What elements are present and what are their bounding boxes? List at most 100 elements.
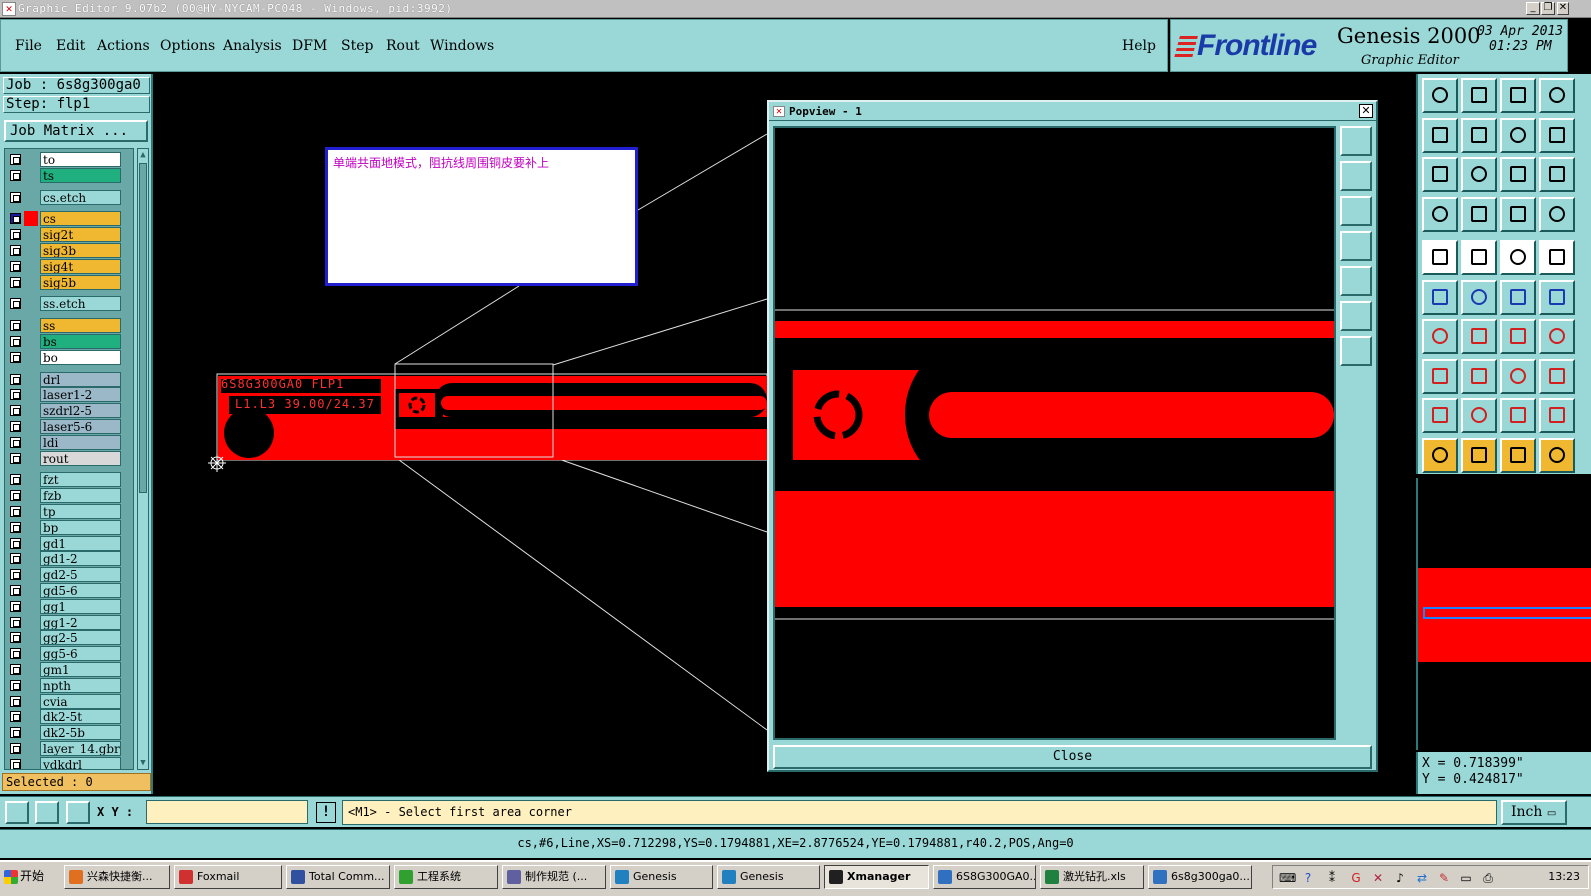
menu-edit[interactable]: Edit (56, 38, 85, 54)
layer-checkbox[interactable] (10, 648, 21, 660)
layer-name[interactable]: gg2-5 (40, 630, 121, 646)
layer-checkbox[interactable] (10, 600, 21, 612)
layer-row[interactable]: ts (5, 167, 133, 183)
layer-checkbox[interactable] (10, 506, 21, 517)
mirror-icon[interactable] (1539, 319, 1575, 354)
layer-checkbox[interactable] (10, 169, 21, 181)
layer-checkbox[interactable] (10, 336, 21, 347)
layer-row[interactable]: gg2-5 (5, 630, 133, 646)
xy-input[interactable] (146, 800, 308, 824)
layer-name[interactable]: gd2-5 (40, 567, 121, 583)
layer-name[interactable]: gg5-6 (40, 646, 121, 662)
layer-row[interactable]: laser5-6 (5, 419, 133, 434)
layer-row[interactable]: cs.etch (5, 189, 133, 205)
layer-row[interactable]: gd2-5 (5, 567, 133, 583)
layer-row[interactable]: fzt (5, 472, 133, 488)
layer-checkbox[interactable] (10, 351, 21, 363)
layer-checkbox[interactable] (10, 154, 21, 165)
taskbar-item[interactable]: 激光钻孔.xls (1040, 865, 1144, 889)
layer-row[interactable]: gd1-2 (5, 551, 133, 567)
import-icon[interactable] (1422, 117, 1458, 153)
layer-row[interactable]: to (5, 152, 133, 167)
menu-dfm[interactable]: DFM (292, 38, 327, 54)
ruler-icon[interactable] (1500, 240, 1536, 275)
resize-icon[interactable] (1500, 358, 1536, 394)
open-job-icon[interactable] (1422, 78, 1458, 113)
start-button[interactable]: 开始 (2, 865, 54, 889)
layer-checkbox[interactable] (10, 711, 21, 723)
scroll-down-arrow-icon[interactable]: ▼ (138, 757, 148, 769)
taskbar-item[interactable]: Genesis (610, 865, 713, 889)
layer-name[interactable]: npth (40, 677, 121, 693)
menu-step[interactable]: Step (341, 38, 373, 54)
layer-row[interactable]: npth (5, 677, 133, 693)
layer-row[interactable]: ydkdrl (5, 756, 133, 769)
zoom-home-icon[interactable] (1461, 157, 1497, 192)
layer-checkbox[interactable] (10, 373, 21, 385)
layer-name[interactable]: ts (40, 167, 121, 183)
restore-button[interactable]: ❐ (1541, 2, 1555, 15)
layer-checkbox[interactable] (10, 298, 21, 310)
layer-name[interactable]: dk2-5t (40, 709, 121, 725)
close-window-button[interactable]: ✕ (1557, 2, 1569, 15)
alert-icon[interactable]: ! (316, 802, 336, 823)
layer-name[interactable]: sig5b (40, 274, 121, 290)
grid-view-icon[interactable] (1461, 196, 1497, 232)
layer-row[interactable]: gg5-6 (5, 646, 133, 662)
graphic-canvas[interactable]: 6S8G300GA0 FLP1 L1.L3 39.00/24.37 单端共面地模… (155, 74, 1415, 794)
layer-checkbox[interactable] (10, 436, 21, 448)
pad-icon[interactable] (1422, 240, 1458, 275)
layer-name[interactable]: drl (40, 371, 121, 387)
layer-name[interactable]: layer_14.gbr (40, 741, 121, 756)
taskbar-item[interactable]: Xmanager (824, 865, 929, 889)
layer-row[interactable]: ss.etch (5, 296, 133, 312)
layer-checkbox[interactable] (10, 679, 21, 691)
minimize-button[interactable]: _ (1526, 2, 1540, 15)
layer-name[interactable]: sig3b (40, 243, 121, 258)
save-icon[interactable] (1461, 78, 1497, 113)
layer-row[interactable]: sig3b (5, 243, 133, 258)
settings-icon[interactable] (1422, 196, 1458, 232)
menu-rout[interactable]: Rout (386, 38, 420, 54)
layer-checkbox[interactable] (10, 191, 21, 203)
layer-name[interactable]: gm1 (40, 662, 121, 677)
scroll-up-arrow-icon[interactable]: ▲ (138, 149, 148, 161)
popview-title-bar[interactable]: ✕ Popview - 1 ✕ (769, 102, 1376, 121)
copy-icon[interactable] (1539, 279, 1575, 315)
layer-checkbox[interactable] (10, 421, 21, 432)
layer-row[interactable]: drl (5, 371, 133, 387)
popview-zoom-in-icon[interactable] (1340, 126, 1372, 156)
layer-row[interactable]: bp (5, 519, 133, 535)
rotate-icon[interactable] (1500, 319, 1536, 354)
taskbar-item[interactable]: 工程系统 (394, 865, 498, 889)
volume-icon[interactable]: ♪ (1393, 871, 1407, 885)
xmanager-tray-icon[interactable]: ✕ (1371, 871, 1385, 885)
layer-checkbox[interactable] (10, 537, 21, 549)
menu-help[interactable]: Help (1122, 38, 1156, 54)
connect-icon[interactable] (1422, 279, 1458, 315)
layer-name[interactable]: laser1-2 (40, 387, 121, 403)
taskbar-item[interactable]: 兴森快捷衡... (64, 865, 170, 889)
taskbar-item[interactable]: 制作规范 (... (502, 865, 606, 889)
layer-row[interactable]: szdrl2-5 (5, 403, 133, 419)
menu-analysis[interactable]: Analysis (223, 38, 282, 54)
select-area-icon[interactable] (1500, 437, 1536, 473)
group-icon[interactable] (1539, 358, 1575, 394)
undo-icon[interactable] (1500, 117, 1536, 153)
layer-name[interactable]: rout (40, 450, 121, 466)
layer-checkbox[interactable] (10, 727, 21, 739)
menu-actions[interactable]: Actions (97, 38, 150, 54)
layer-checkbox[interactable] (10, 743, 21, 754)
layer-row[interactable]: dk2-5t (5, 709, 133, 725)
layer-name[interactable]: laser5-6 (40, 419, 121, 434)
export-icon[interactable] (1461, 117, 1497, 153)
text-icon[interactable] (1422, 398, 1458, 433)
script-icon[interactable] (1539, 117, 1575, 153)
arc-icon[interactable] (1461, 319, 1497, 354)
layer-row[interactable]: tp (5, 504, 133, 519)
layer-name[interactable]: ydkdrl (40, 756, 121, 769)
layer-name[interactable]: to (40, 152, 121, 167)
trace-icon[interactable] (1461, 358, 1497, 394)
layout-icon[interactable] (1539, 78, 1575, 113)
layer-checkbox[interactable] (10, 245, 21, 256)
